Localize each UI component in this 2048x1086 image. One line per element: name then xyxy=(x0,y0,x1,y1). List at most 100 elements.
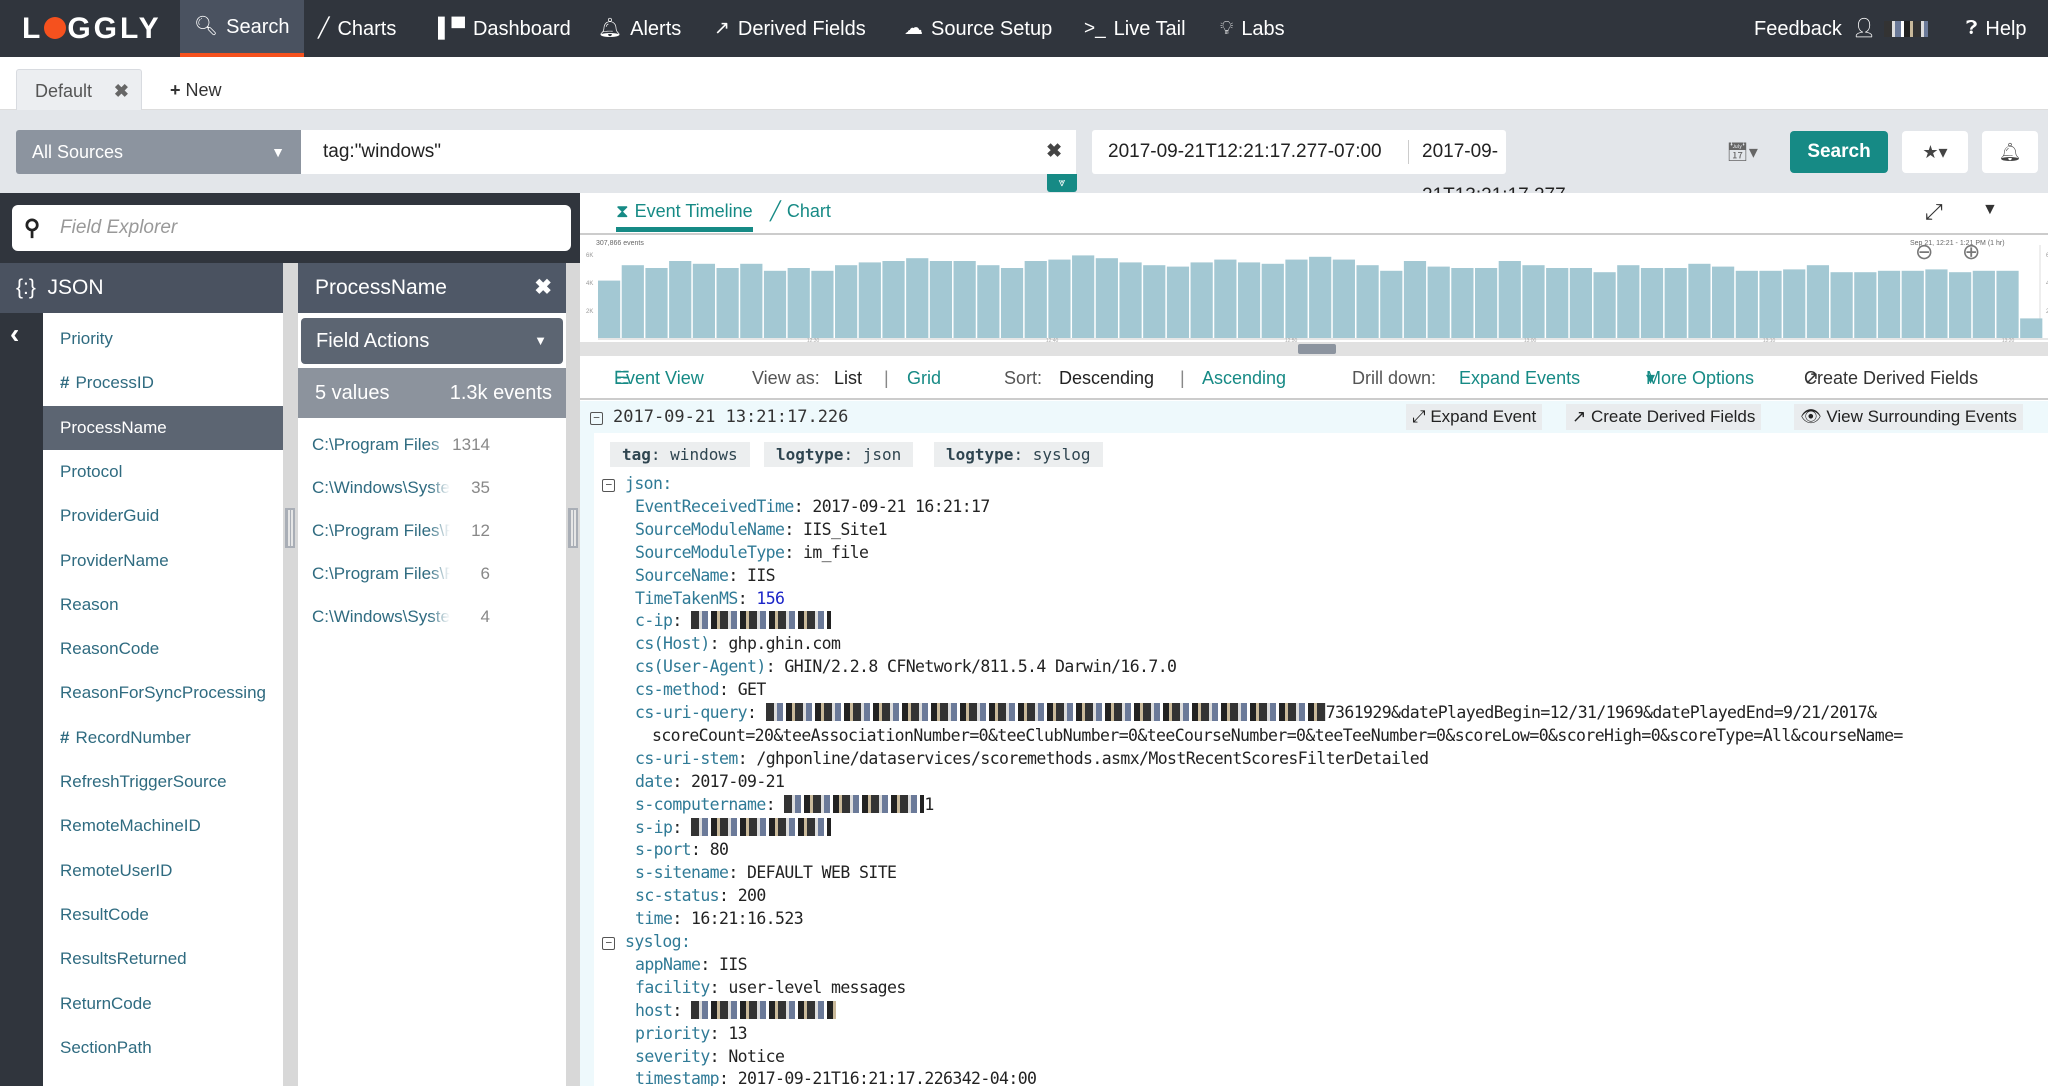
collapse-icon[interactable]: − xyxy=(602,937,615,950)
nav-alerts[interactable]: 🔔︎ Alerts xyxy=(598,0,681,57)
field-key[interactable]: sc-status xyxy=(635,886,720,905)
field-key[interactable]: date xyxy=(635,772,673,791)
search-button[interactable]: Search xyxy=(1790,131,1888,173)
field-item[interactable]: # ProcessID xyxy=(43,361,283,405)
nav-charts[interactable]: ╱ Charts xyxy=(318,0,396,57)
field-value[interactable]: 2017-09-21T16:21:17.226342-04:00 xyxy=(738,1069,1037,1086)
field-key[interactable]: priority xyxy=(635,1024,710,1043)
field-item[interactable]: ResultCode xyxy=(43,893,283,937)
field-item[interactable]: ProviderGuid xyxy=(43,494,283,538)
field-item[interactable]: RemoteMachineID xyxy=(43,804,283,848)
field-value-item[interactable]: C:\Program Files\R 12 xyxy=(312,509,562,552)
event-collapse[interactable]: −2017-09-21 13:21:17.226 xyxy=(590,401,848,433)
field-value[interactable]: GHIN/2.2.8 CFNetwork/811.5.4 Darwin/16.7… xyxy=(784,657,1177,676)
field-item[interactable]: Protocol xyxy=(43,450,283,494)
field-key[interactable]: appName xyxy=(635,955,701,974)
chevron-left-icon[interactable]: ‹ xyxy=(10,318,19,350)
field-item[interactable]: RemoteUserID xyxy=(43,849,283,893)
section-json[interactable]: − json: xyxy=(602,472,672,495)
nav-derived-fields[interactable]: ↗ Derived Fields xyxy=(714,0,866,57)
tab-event-timeline[interactable]: ⧗ Event Timeline xyxy=(616,201,753,232)
field-key[interactable]: s-sitename xyxy=(635,863,729,882)
field-item[interactable]: SectionPath xyxy=(43,1026,283,1070)
field-key[interactable]: severity xyxy=(635,1047,710,1066)
field-key[interactable]: SourceModuleName xyxy=(635,520,785,539)
splitter[interactable] xyxy=(283,263,298,1086)
field-value[interactable]: 13 xyxy=(728,1024,747,1043)
field-key[interactable]: cs-uri-query xyxy=(635,703,748,722)
field-item[interactable]: ResultsReturned xyxy=(43,937,283,981)
field-item[interactable]: ReturnCode xyxy=(43,982,283,1026)
favorites-button[interactable]: ★▾ xyxy=(1902,131,1968,173)
field-value[interactable]: user-level messages xyxy=(728,978,906,997)
collapse-icon[interactable]: − xyxy=(590,412,603,425)
field-value[interactable]: IIS_Site1 xyxy=(803,520,888,539)
field-key[interactable]: cs(User-Agent) xyxy=(635,657,766,676)
field-actions-dropdown[interactable]: Field Actions ▼ xyxy=(301,318,563,364)
field-key[interactable]: SourceModuleType xyxy=(635,543,785,562)
timeline-resize-handle[interactable] xyxy=(580,342,2048,356)
field-value[interactable]: ghp.ghin.com xyxy=(728,634,841,653)
field-value-item[interactable]: C:\Program Files\Re 6 xyxy=(312,552,562,595)
more-options-dropdown[interactable]: More Options ▾ xyxy=(1646,356,1754,400)
field-value[interactable]: 16:21:16.523 xyxy=(691,909,804,928)
loggly-logo[interactable]: L GGLY xyxy=(22,12,162,46)
field-value[interactable]: 156 xyxy=(756,589,785,608)
section-syslog[interactable]: − syslog: xyxy=(602,930,691,953)
query-input[interactable]: tag:"windows" ✖ xyxy=(301,130,1076,174)
calendar-icon[interactable]: 📅︎▾ xyxy=(1726,130,1758,174)
field-value[interactable]: /ghponline/dataservices/scoremethods.asm… xyxy=(756,749,1429,768)
expand-event-button[interactable]: ⤢ Expand Event xyxy=(1406,404,1543,430)
nav-source-setup[interactable]: ☁ Source Setup xyxy=(904,0,1052,57)
clear-icon[interactable]: ✖ xyxy=(1046,130,1062,174)
event-tag[interactable]: logtype: syslog xyxy=(934,442,1103,467)
new-tab-button[interactable]: + New xyxy=(170,69,222,111)
drag-handle[interactable] xyxy=(568,508,578,548)
field-key[interactable]: facility xyxy=(635,978,710,997)
field-item[interactable]: RefreshTriggerSource xyxy=(43,760,283,804)
fullscreen-icon[interactable]: ⤢ xyxy=(1925,199,1943,225)
help-link[interactable]: ❓︎ Help xyxy=(1966,0,2027,57)
close-icon[interactable]: ✖ xyxy=(114,70,129,112)
field-value[interactable]: 200 xyxy=(738,886,767,905)
expand-events-link[interactable]: Expand Events xyxy=(1459,356,1580,400)
field-value[interactable]: 80 xyxy=(710,840,729,859)
tab-default[interactable]: Default ✖ xyxy=(16,69,142,111)
close-icon[interactable]: ✖ xyxy=(534,263,552,313)
field-value[interactable]: 2017-09-21 16:21:17 xyxy=(812,497,990,516)
field-key[interactable]: TimeTakenMS xyxy=(635,589,738,608)
field-explorer-input[interactable]: ⚲ Field Explorer xyxy=(12,205,571,251)
field-value[interactable]: DEFAULT WEB SITE xyxy=(747,863,897,882)
user-menu[interactable]: 👤︎ xyxy=(1852,0,1929,57)
field-value[interactable]: 2017-09-21 xyxy=(691,772,785,791)
collapse-caret-icon[interactable]: ▼ xyxy=(1982,201,1998,219)
field-key[interactable]: c-ip xyxy=(635,611,673,630)
event-tag[interactable]: logtype: json xyxy=(764,442,914,467)
field-key[interactable]: cs-method xyxy=(635,680,720,699)
field-value[interactable]: GET xyxy=(738,680,767,699)
view-grid-option[interactable]: Grid xyxy=(907,356,941,400)
event-tag[interactable]: tag: windows xyxy=(610,442,750,467)
splitter[interactable] xyxy=(566,263,581,1086)
sort-ascending[interactable]: Ascending xyxy=(1202,356,1286,400)
json-group-header[interactable]: {:} JSON xyxy=(0,263,283,313)
view-surrounding-events-button[interactable]: 👁︎ View Surrounding Events xyxy=(1794,404,2023,430)
field-key[interactable]: SourceName xyxy=(635,566,729,585)
zoom-in-icon[interactable]: ⊕ xyxy=(1962,239,1980,265)
field-key[interactable]: EventReceivedTime xyxy=(635,497,794,516)
field-value-item[interactable]: C:\Windows\System 35 xyxy=(312,466,562,509)
view-list-option[interactable]: List xyxy=(834,356,862,400)
field-key[interactable]: host xyxy=(635,1001,673,1020)
field-item[interactable]: ProviderName xyxy=(43,539,283,583)
field-value[interactable]: Notice xyxy=(728,1047,785,1066)
feedback-link[interactable]: Feedback xyxy=(1754,0,1842,57)
source-select[interactable]: All Sources ▼ xyxy=(16,130,301,174)
field-key[interactable]: cs-uri-stem xyxy=(635,749,738,768)
collapse-icon[interactable]: − xyxy=(602,479,615,492)
nav-labs[interactable]: 💡︎ Labs xyxy=(1220,0,1285,57)
field-item[interactable]: Reason xyxy=(43,583,283,627)
field-key[interactable]: s-ip xyxy=(635,818,673,837)
field-key[interactable]: time xyxy=(635,909,673,928)
nav-live-tail[interactable]: >_ Live Tail xyxy=(1084,0,1186,57)
alert-button[interactable]: 🔔︎ xyxy=(1982,131,2038,173)
